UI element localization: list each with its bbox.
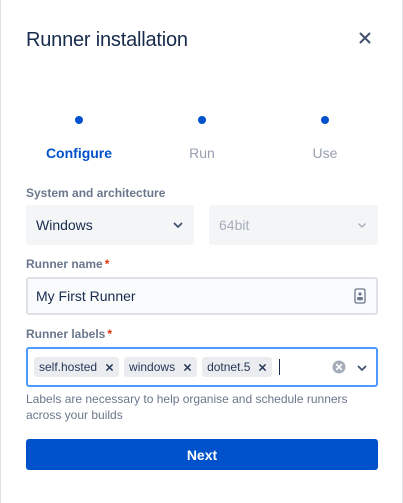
runner-name-label: Runner name * — [26, 257, 109, 271]
runner-labels-multiselect[interactable]: self.hosted windows dotnet.5 — [26, 347, 378, 387]
step-dot — [321, 116, 329, 124]
step-use: Use — [265, 116, 385, 161]
runner-name-input[interactable]: My First Runner — [26, 277, 378, 315]
step-configure: Configure — [19, 116, 139, 161]
runner-name-label-text: Runner name — [26, 257, 103, 271]
text-caret — [279, 359, 281, 375]
architecture-select: 64bit — [209, 205, 378, 245]
next-button[interactable]: Next — [26, 439, 378, 470]
label-tag-text: dotnet.5 — [207, 360, 251, 374]
step-label: Configure — [45, 145, 113, 161]
remove-tag-button[interactable] — [256, 361, 268, 373]
architecture-select-value: 64bit — [219, 217, 250, 233]
chevron-down-icon — [173, 222, 183, 228]
remove-tag-button[interactable] — [103, 361, 115, 373]
runner-labels-label-text: Runner labels — [26, 327, 106, 341]
label-tag: windows — [124, 357, 198, 377]
required-mark: * — [104, 257, 110, 271]
step-label: Run — [189, 145, 215, 161]
close-icon — [259, 363, 266, 371]
step-run: Run — [142, 116, 262, 161]
chevron-down-icon[interactable] — [356, 362, 368, 374]
os-select[interactable]: Windows — [26, 205, 194, 245]
close-button[interactable] — [353, 26, 377, 50]
required-mark: * — [107, 327, 113, 341]
close-icon — [105, 363, 113, 371]
chevron-down-icon — [358, 223, 366, 228]
close-icon — [183, 363, 191, 371]
label-tag: dotnet.5 — [202, 357, 273, 377]
label-tag: self.hosted — [34, 357, 120, 377]
os-select-value: Windows — [36, 217, 93, 233]
modal-title: Runner installation — [26, 29, 188, 51]
remove-tag-button[interactable] — [181, 361, 193, 373]
runner-name-value: My First Runner — [36, 288, 136, 304]
runner-installation-modal: Runner installation Configure Run Use Sy… — [0, 0, 403, 503]
label-tag-text: windows — [129, 360, 176, 374]
label-tag-text: self.hosted — [39, 360, 98, 374]
step-label: Use — [312, 145, 338, 161]
clear-all-button[interactable] — [332, 360, 346, 374]
runner-labels-label: Runner labels * — [26, 327, 112, 341]
close-icon — [359, 32, 371, 44]
system-architecture-label: System and architecture — [26, 186, 166, 200]
step-dot — [75, 116, 83, 124]
step-dot — [198, 116, 206, 124]
runner-labels-helper-text: Labels are necessary to help organise an… — [26, 392, 348, 422]
id-card-icon — [354, 288, 366, 304]
